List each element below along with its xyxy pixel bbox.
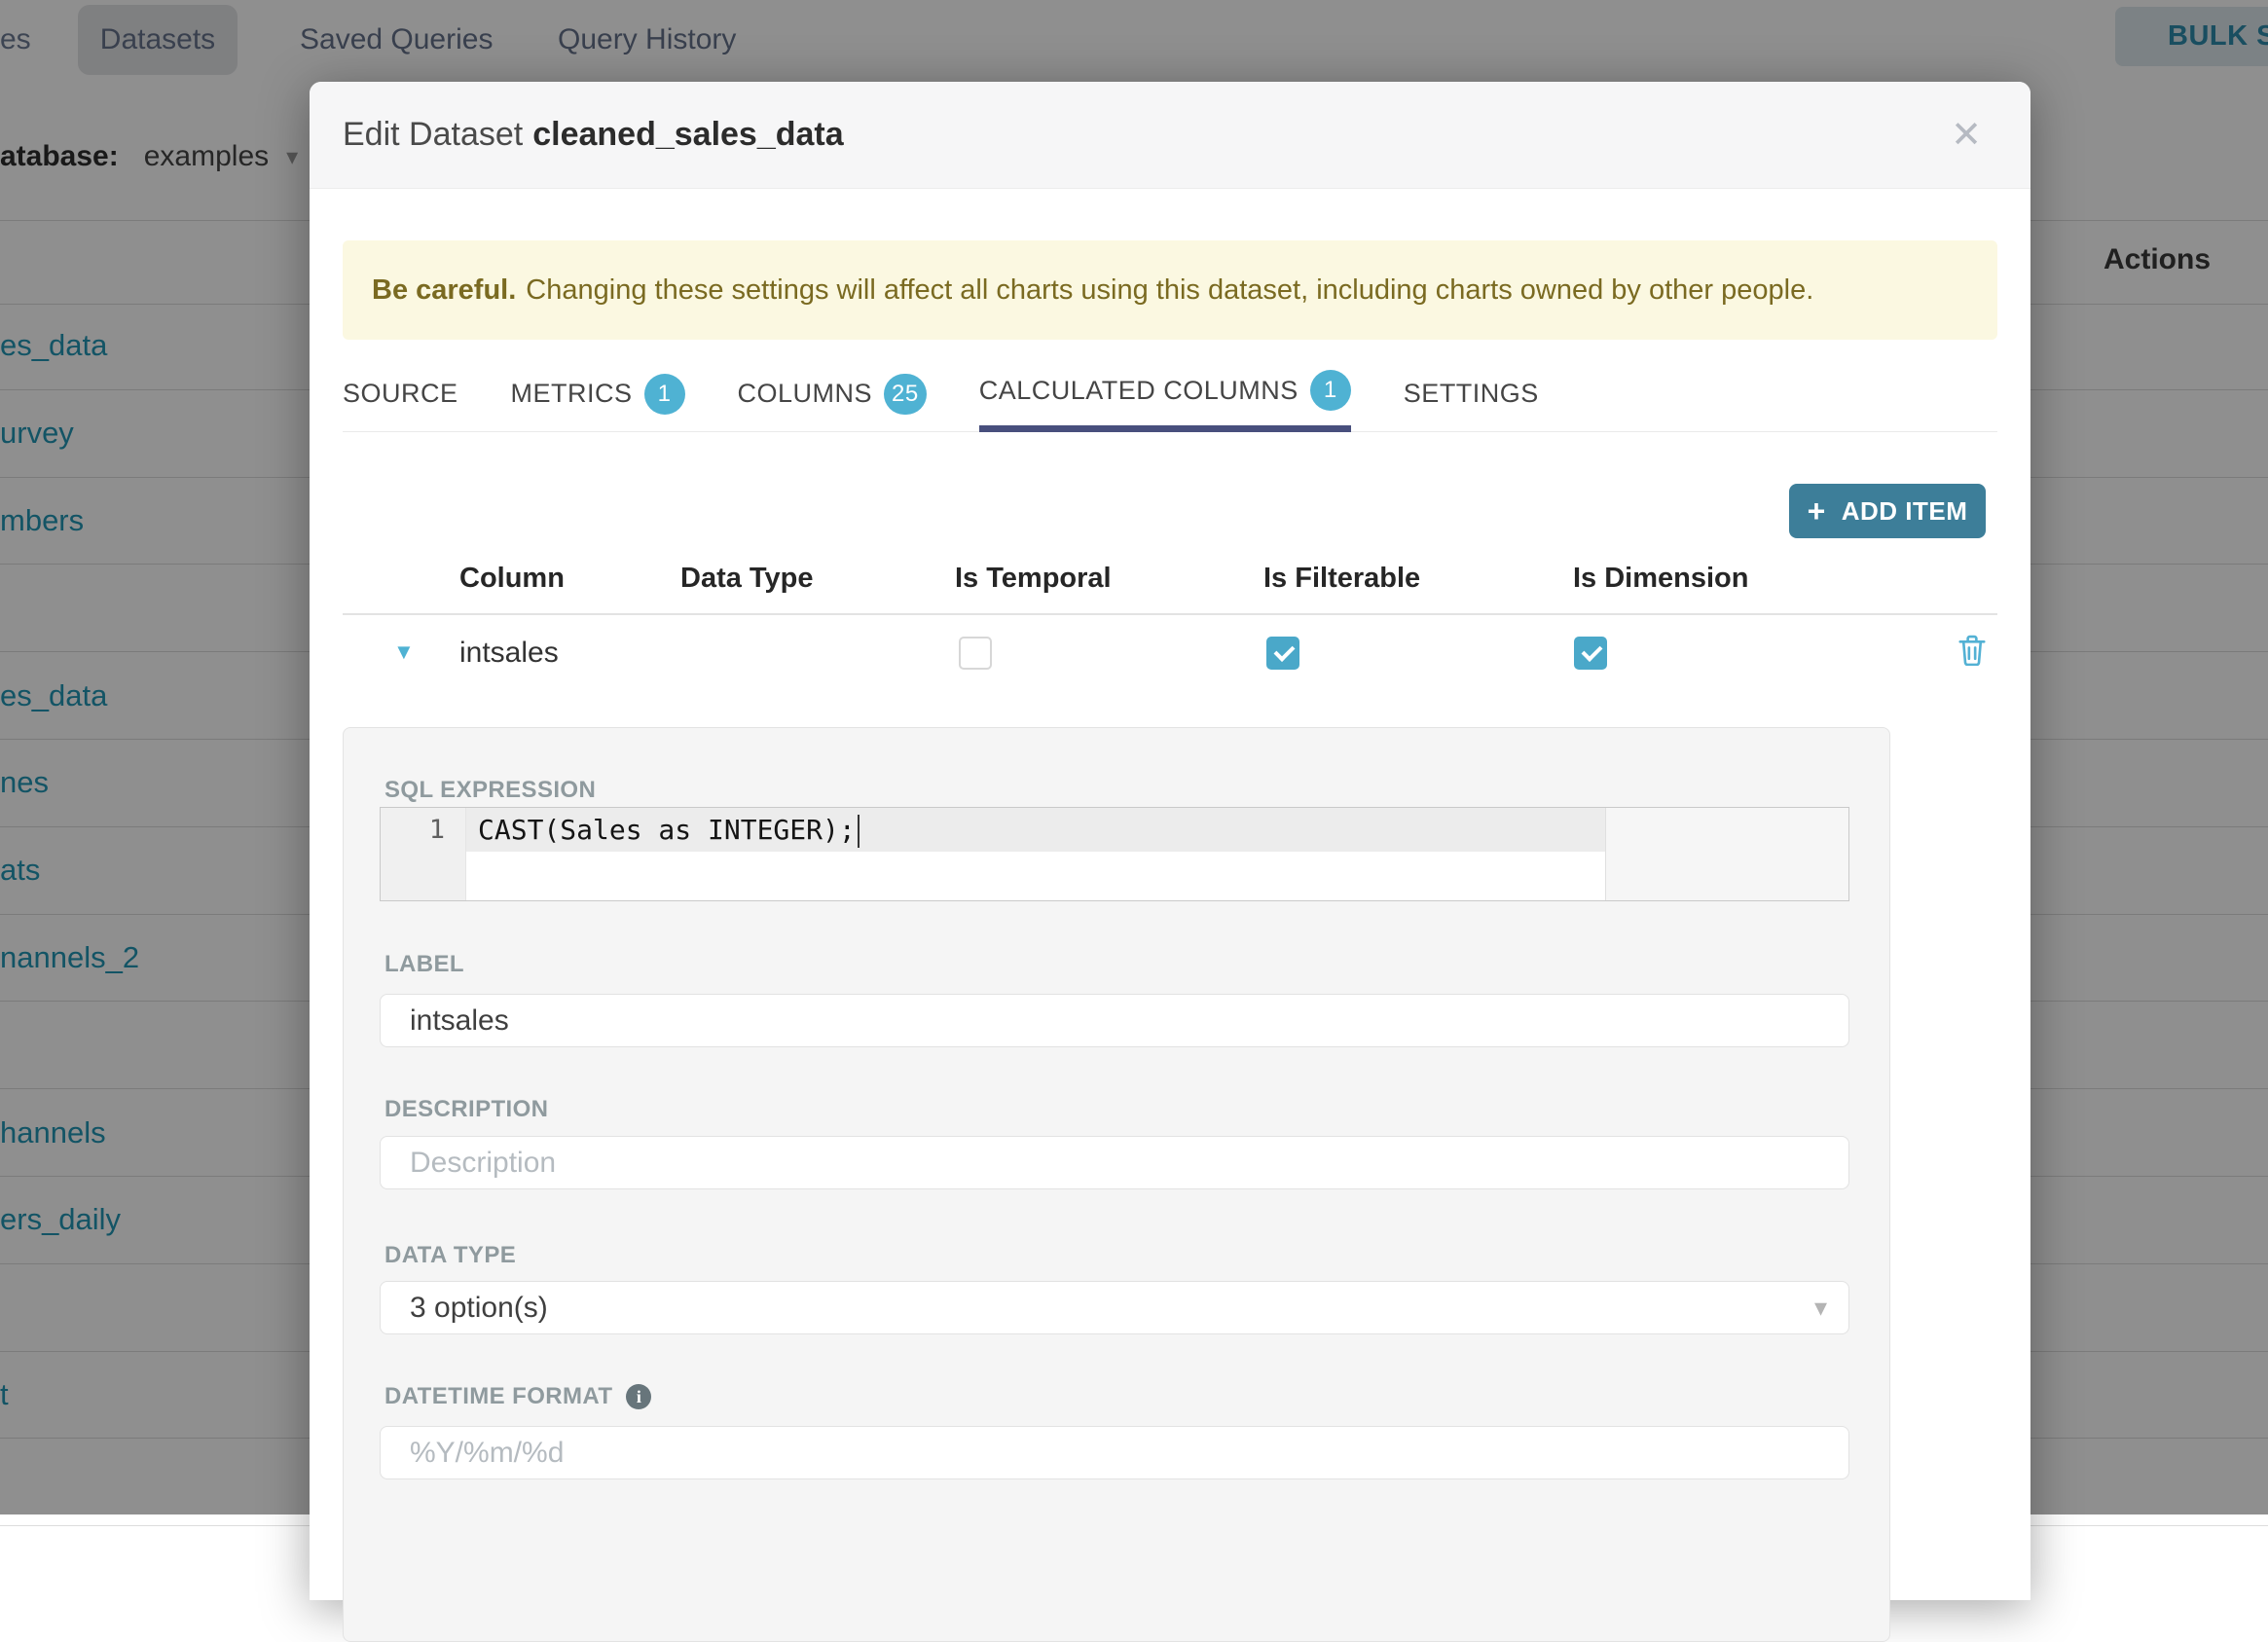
tab-badge: 25 [884,373,927,415]
label-field-label: LABEL [384,951,464,977]
tab-badge: 1 [643,373,685,415]
column-header-is-dimension: Is Dimension [1573,563,1749,594]
calculated-column-name: intsales [459,637,559,669]
calculated-column-editor-panel: SQL EXPRESSION 1 CAST(Sales as INTEGER);… [343,727,1890,1642]
is-filterable-checkbox[interactable] [1266,637,1299,670]
editor-margin-area [1606,808,1848,900]
description-field-label: DESCRIPTION [384,1096,549,1122]
edit-dataset-modal: Edit Dataset cleaned_sales_data ✕ Be care… [310,82,2030,1642]
column-header-column: Column [459,563,565,594]
tab-badge: 1 [1309,370,1351,411]
label-input[interactable] [380,994,1849,1047]
collapse-caret-icon[interactable]: ▼ [387,639,421,666]
tab-calculated-columns[interactable]: CALCULATED COLUMNS 1 [978,355,1351,432]
sql-expression-label: SQL EXPRESSION [384,777,597,803]
datetime-format-label-row: DATETIME FORMAT i [384,1383,652,1410]
text-cursor [857,815,860,848]
divider [343,613,1997,615]
sql-code-editor[interactable]: 1 CAST(Sales as INTEGER); [380,807,1849,901]
modal-header: Edit Dataset cleaned_sales_data ✕ [310,82,2030,189]
editor-gutter: 1 [381,808,466,900]
tab-metrics[interactable]: METRICS 1 [511,355,685,432]
close-icon[interactable]: ✕ [1945,82,1988,188]
warning-banner: Be careful. Changing these settings will… [343,240,1997,340]
tab-settings[interactable]: SETTINGS [1404,355,1539,432]
editor-print-margin [1605,808,1606,900]
is-temporal-checkbox[interactable] [959,637,992,670]
modal-title: Edit Dataset cleaned_sales_data [343,116,844,153]
is-dimension-checkbox[interactable] [1574,637,1607,670]
column-header-is-temporal: Is Temporal [955,563,1112,594]
chevron-down-icon: ▾ [1813,1293,1827,1322]
tab-source[interactable]: SOURCE [343,355,458,432]
modal-tabs: SOURCE METRICS 1 COLUMNS 25 CALCULATED COL… [343,355,1997,432]
dataset-name: cleaned_sales_data [532,116,844,153]
description-input[interactable] [380,1136,1849,1189]
line-number: 1 [428,815,445,845]
data-type-select[interactable]: 3 option(s) ▾ [380,1281,1849,1334]
sql-code-text[interactable]: CAST(Sales as INTEGER); [478,814,860,848]
datetime-format-field-label: DATETIME FORMAT [384,1383,613,1409]
column-header-data-type: Data Type [680,563,814,594]
datetime-format-input[interactable] [380,1426,1849,1479]
column-header-is-filterable: Is Filterable [1263,563,1421,594]
warning-banner-text: Changing these settings will affect all … [526,274,1814,306]
trash-icon[interactable] [1958,635,1986,669]
plus-icon: + [1807,493,1826,529]
info-icon[interactable]: i [626,1384,652,1409]
data-type-field-label: DATA TYPE [384,1242,517,1268]
add-item-button[interactable]: + ADD ITEM [1789,484,1986,538]
warning-banner-bold: Be careful. [372,274,517,306]
tab-columns[interactable]: COLUMNS 25 [738,355,927,432]
